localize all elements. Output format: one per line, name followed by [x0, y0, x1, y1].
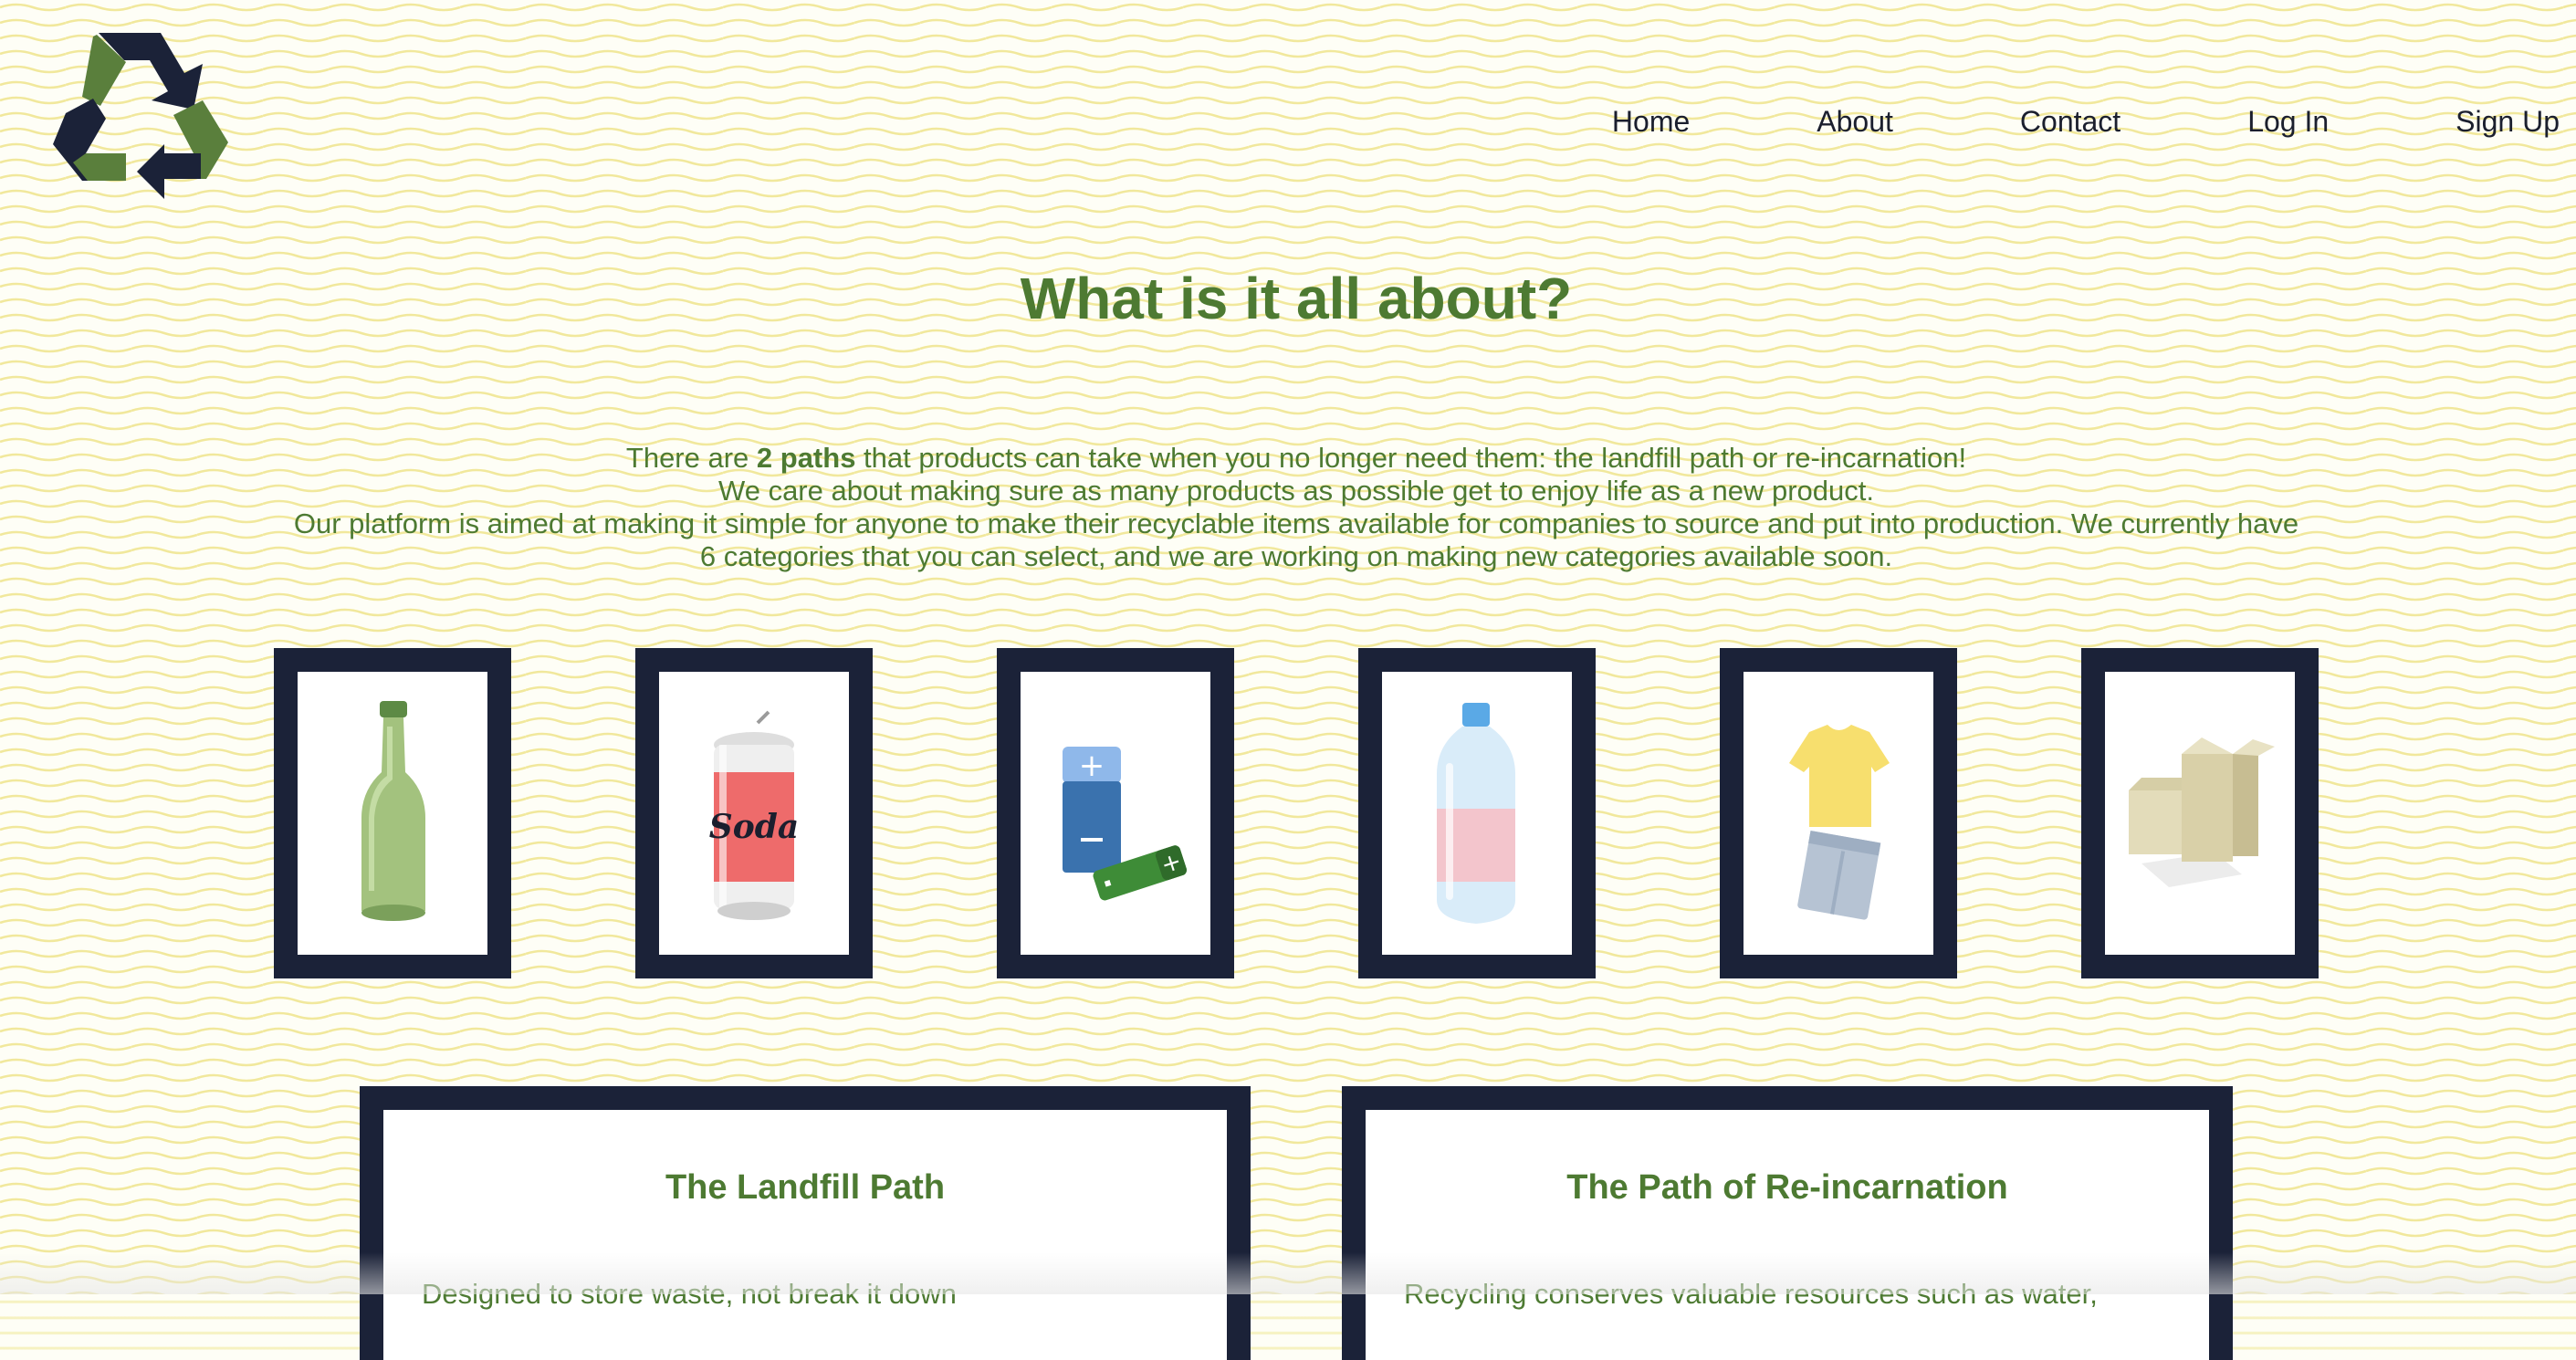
page-title: What is it all about?	[1020, 266, 1573, 331]
nav-home-link[interactable]: Home	[1612, 100, 1690, 142]
soda-can-icon: Soda	[709, 710, 800, 920]
category-card-cardboard[interactable]	[2081, 648, 2319, 978]
category-card-glass[interactable]	[274, 648, 511, 978]
intro-line-1: There are 2 paths that products can take…	[625, 442, 1967, 474]
recycle-logo-icon[interactable]	[46, 26, 232, 204]
category-card-batteries[interactable]: + +	[997, 648, 1234, 978]
nav-login-link[interactable]: Log In	[2247, 100, 2329, 142]
soda-label: Soda	[709, 808, 800, 846]
category-cards: Soda + +	[274, 648, 2319, 978]
category-card-plastic[interactable]	[1358, 648, 1596, 978]
intro-highlight: 2 paths	[756, 442, 856, 474]
glass-bottle-icon	[361, 701, 425, 921]
nav-about-link[interactable]: About	[1817, 100, 1893, 142]
plastic-bottle-icon	[1437, 703, 1515, 924]
reincarnation-path-panel: The Path of Re-incarnation Recycling con…	[1342, 1086, 2233, 1360]
cardboard-box-icon	[2129, 738, 2275, 887]
landfill-path-title: The Landfill Path	[665, 1168, 946, 1207]
category-card-textiles[interactable]	[1720, 648, 1957, 978]
batteries-icon: + +	[1063, 747, 1187, 901]
category-card-cans[interactable]: Soda	[635, 648, 873, 978]
intro-text: There are 2 paths that products can take…	[292, 442, 2300, 573]
bottom-fade	[0, 1252, 2576, 1294]
reincarnation-path-title: The Path of Re-incarnation	[1566, 1168, 2008, 1207]
clothing-icon	[1789, 725, 1890, 920]
svg-text:+: +	[1079, 748, 1105, 784]
nav-contact-link[interactable]: Contact	[2020, 100, 2120, 142]
intro-line-3: Our platform is aimed at making it simpl…	[293, 507, 2299, 572]
landfill-path-panel: The Landfill Path Designed to store wast…	[360, 1086, 1251, 1360]
intro-line-2: We care about making sure as many produc…	[718, 475, 1874, 507]
main-nav: Home About Contact Log In Sign Up	[1612, 100, 2560, 142]
nav-signup-link[interactable]: Sign Up	[2456, 100, 2560, 142]
